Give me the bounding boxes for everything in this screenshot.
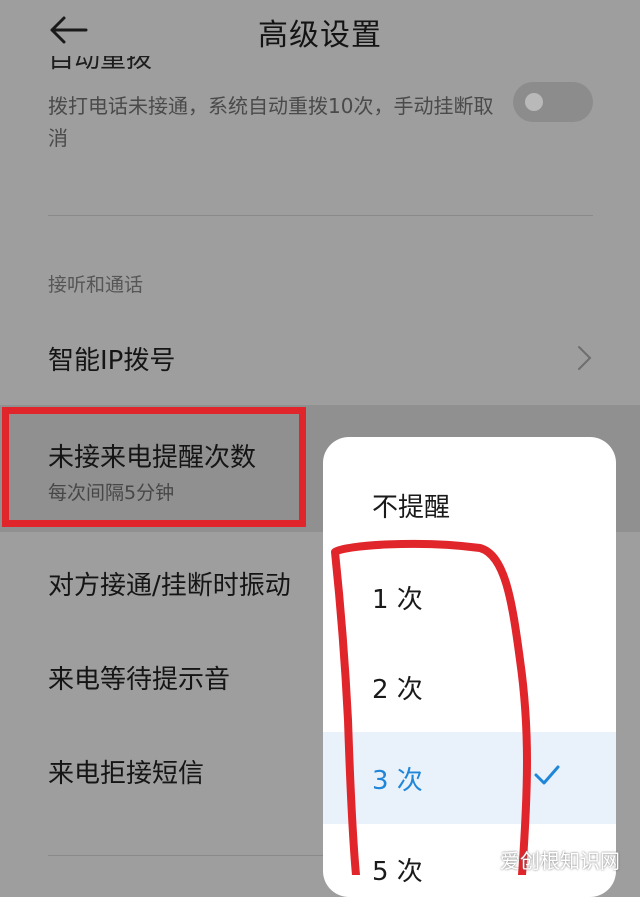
annotation-red-box (2, 407, 306, 527)
header-bar: 高级设置 (0, 0, 640, 62)
divider (48, 215, 593, 216)
option-2[interactable]: 2 次 (323, 641, 616, 733)
page-title: 高级设置 (258, 18, 382, 53)
auto-redial-toggle[interactable] (513, 82, 593, 122)
ip-dial-row[interactable]: 智能IP拨号 (48, 340, 175, 377)
reminder-count-popup: 不提醒 1 次 2 次 3 次 5 次 (323, 437, 616, 897)
waiting-tone-row[interactable]: 来电等待提示音 (48, 659, 230, 696)
option-none[interactable]: 不提醒 (323, 459, 616, 551)
watermark: 爱创根知识网 (500, 849, 620, 873)
option-3[interactable]: 3 次 (323, 732, 616, 824)
chevron-right-icon (578, 346, 592, 370)
auto-redial-title: 自动重拨 (48, 56, 153, 74)
check-icon (534, 765, 560, 785)
watermark-icon (488, 850, 500, 862)
option-1[interactable]: 1 次 (323, 551, 616, 643)
toggle-knob (525, 93, 543, 111)
reject-sms-row[interactable]: 来电拒接短信 (48, 753, 204, 790)
vibrate-row[interactable]: 对方接通/挂断时振动 (48, 565, 291, 602)
section-header: 接听和通话 (48, 274, 144, 296)
auto-redial-description: 拨打电话未接通，系统自动重拨10次，手动挂断取消 (48, 94, 494, 150)
